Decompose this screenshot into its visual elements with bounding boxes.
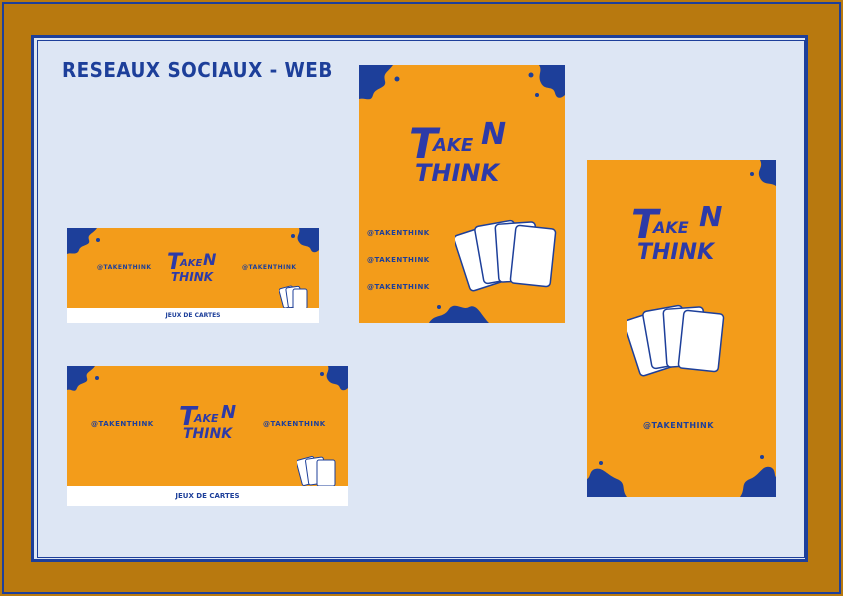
logo: T AKE N THINK — [179, 402, 249, 448]
logo-word-think: THINK — [637, 240, 715, 265]
splash-icon — [67, 366, 99, 391]
logo: T AKE N THINK — [631, 200, 741, 282]
handle-1: @TAKENTHINK — [367, 229, 430, 237]
splash-icon — [587, 461, 627, 497]
footer-label: JEUX DE CARTES — [165, 312, 221, 319]
banner-small: @TAKENTHINK @TAKENTHINK T AKE N THINK JE… — [67, 228, 319, 323]
logo-word-ake: AKE — [180, 258, 203, 269]
logo-word-ake: AKE — [433, 135, 474, 156]
page-title: RESEAUX SOCIAUX - WEB — [62, 58, 333, 82]
splash-icon — [528, 65, 565, 98]
handle-3: @TAKENTHINK — [367, 283, 430, 291]
logo: T AKE N THINK — [409, 117, 519, 199]
playing-cards-icon — [627, 304, 725, 377]
banner-large-footer: JEUX DE CARTES — [67, 486, 348, 506]
story: T AKE N THINK @TAKENTHINK — [587, 160, 776, 497]
banner-small-footer: JEUX DE CARTES — [67, 308, 319, 323]
logo-letter-n: N — [203, 250, 217, 269]
banner-large: @TAKENTHINK @TAKENTHINK T AKE N THINK JE… — [67, 366, 348, 506]
logo-word-think: THINK — [171, 270, 214, 284]
splash-icon — [750, 160, 776, 186]
logo-letter-n: N — [699, 200, 723, 233]
splash-icon — [320, 366, 348, 391]
splash-icon — [740, 455, 776, 497]
handle-left: @TAKENTHINK — [91, 420, 154, 428]
handle: @TAKENTHINK — [643, 421, 714, 430]
logo-word-ake: AKE — [194, 412, 219, 425]
handle-left: @TAKENTHINK — [97, 264, 152, 271]
logo-letter-n: N — [481, 117, 507, 152]
logo-word-think: THINK — [415, 159, 500, 187]
handle-right: @TAKENTHINK — [263, 420, 326, 428]
logo-word-think: THINK — [183, 426, 233, 442]
post-square: T AKE N THINK @TAKENTHINK @TAKENTHINK @T… — [359, 65, 565, 323]
logo-word-ake: AKE — [653, 218, 689, 237]
handle-2: @TAKENTHINK — [367, 256, 430, 264]
splash-icon — [359, 65, 400, 100]
splash-icon — [291, 228, 319, 253]
logo-letter-n: N — [221, 402, 237, 423]
playing-cards-icon — [455, 219, 557, 292]
logo: T AKE N THINK — [167, 250, 227, 290]
handle-right: @TAKENTHINK — [242, 264, 297, 271]
footer-label: JEUX DE CARTES — [175, 492, 240, 500]
splash-icon — [67, 228, 100, 254]
